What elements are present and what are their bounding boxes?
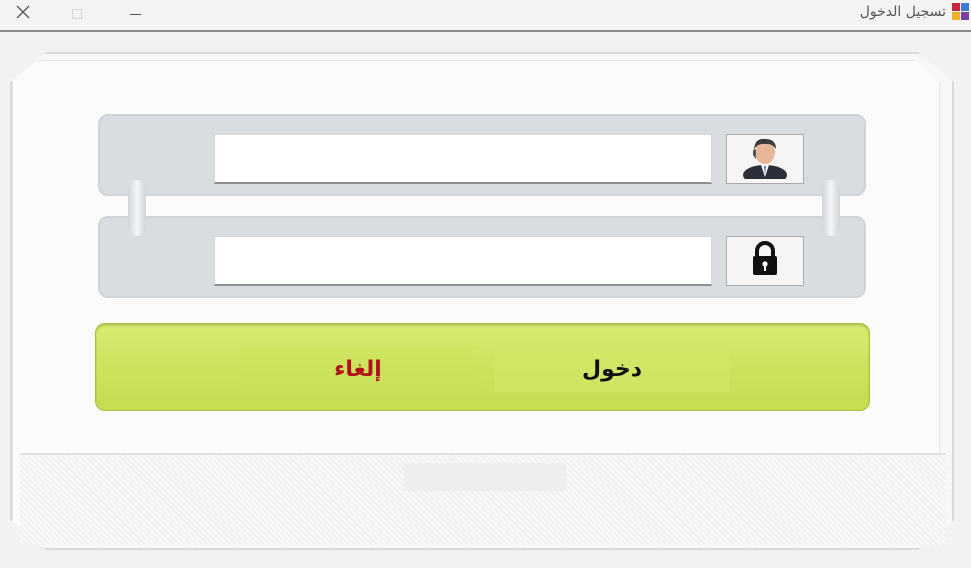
username-field[interactable] bbox=[214, 134, 712, 184]
close-icon bbox=[16, 5, 30, 23]
username-icon-box bbox=[726, 134, 804, 185]
footer-tab bbox=[404, 463, 566, 491]
left-rail bbox=[128, 180, 146, 236]
window-title: تسجيل الدخول bbox=[859, 3, 946, 20]
title-bar: تسجيل الدخول bbox=[0, 0, 971, 32]
window-title-group: تسجيل الدخول bbox=[860, 3, 969, 20]
lock-icon bbox=[750, 241, 780, 281]
app-grid-icon bbox=[952, 3, 969, 20]
password-field[interactable] bbox=[214, 236, 712, 286]
login-button[interactable]: دخول bbox=[494, 346, 730, 392]
password-icon-box bbox=[726, 236, 804, 286]
right-rail bbox=[822, 180, 840, 236]
maximize-icon bbox=[72, 9, 82, 19]
maximize-button[interactable] bbox=[54, 0, 100, 28]
minimize-button[interactable] bbox=[112, 0, 158, 28]
user-avatar-icon bbox=[739, 135, 791, 185]
cancel-button[interactable]: إلغاء bbox=[240, 346, 476, 392]
close-button[interactable] bbox=[0, 0, 46, 28]
button-bar bbox=[95, 323, 870, 411]
minimize-icon bbox=[129, 13, 141, 15]
